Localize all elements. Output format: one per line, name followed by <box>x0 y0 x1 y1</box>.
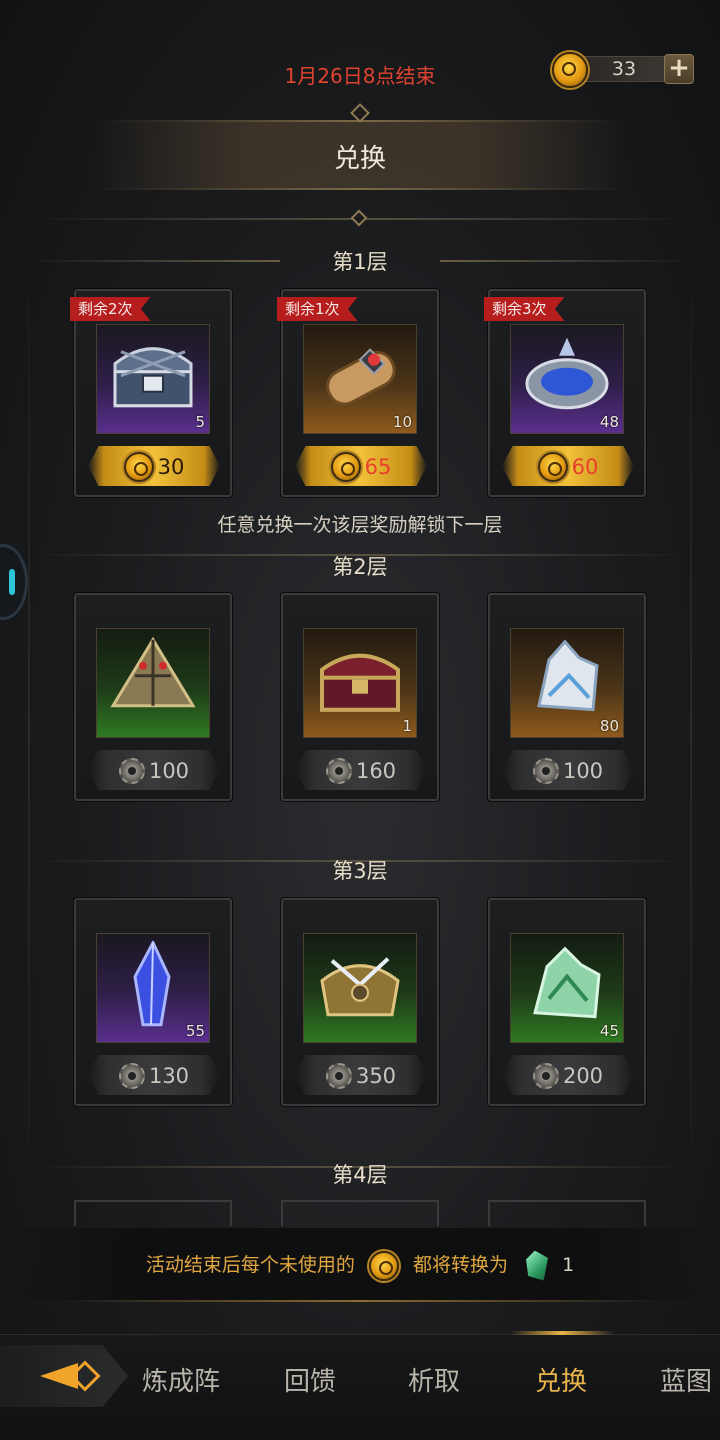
price-button[interactable]: 65 <box>295 446 427 486</box>
ornate-chest-icon <box>320 957 400 1017</box>
gold-coin-icon <box>330 452 361 482</box>
green-crystal-icon <box>533 946 601 1019</box>
red-chest-icon <box>320 653 400 712</box>
unlock-hint: 任意兑换一次该层奖励解锁下一层 <box>217 514 503 536</box>
price-value: 100 <box>148 759 190 783</box>
price-button[interactable]: 100 <box>88 750 220 790</box>
tier-2-title: 第2层 <box>332 555 388 579</box>
exchange-item-card[interactable]: 100 <box>73 592 233 802</box>
item-quantity: 55 <box>185 1022 205 1040</box>
conversion-notice: 活动结束后每个未使用的 都将转换为 1 <box>0 1246 720 1284</box>
gear-token-icon <box>325 758 352 784</box>
item-quantity: 1 <box>402 717 412 735</box>
tier-4-title: 第4层 <box>332 1163 388 1187</box>
tab-exchange[interactable]: 兑换 <box>535 1361 587 1398</box>
divider-diamond-icon <box>350 209 368 227</box>
price-button[interactable]: 130 <box>88 1055 220 1095</box>
active-tab-indicator <box>510 1331 614 1335</box>
price-button[interactable]: 60 <box>502 446 634 486</box>
gold-coin-icon <box>368 1250 399 1281</box>
gold-coin-icon <box>552 52 588 88</box>
header-banner: 兑换 <box>90 103 630 196</box>
remaining-ribbon: 剩余3次 <box>484 297 565 321</box>
gear-token-icon <box>118 1063 145 1089</box>
tab-feedback[interactable]: 回馈 <box>284 1361 336 1398</box>
page-title: 兑换 <box>333 144 386 174</box>
exchange-item-card[interactable]: 350 <box>280 897 440 1107</box>
exchange-item-card[interactable]: 剩余2次 5 30 <box>70 288 233 498</box>
item-quantity: 5 <box>195 413 205 431</box>
price-value: 130 <box>148 1064 190 1088</box>
scroll-icon <box>326 348 396 406</box>
blue-ore-chest-icon <box>525 337 609 410</box>
ice-crystal-icon <box>537 639 599 712</box>
gear-token-icon <box>532 758 559 784</box>
exchange-item-card[interactable]: 剩余1次 10 65 <box>277 288 440 498</box>
tier-1-title: 第1层 <box>332 250 388 274</box>
item-quantity: 10 <box>392 413 412 431</box>
tab-refining[interactable]: 炼成阵 <box>142 1361 220 1398</box>
pyramid-gem-icon <box>110 636 196 708</box>
price-button[interactable]: 160 <box>295 750 427 790</box>
price-value: 100 <box>562 759 604 783</box>
item-slot: 45 <box>510 933 624 1043</box>
frame-left-border <box>28 230 30 1230</box>
exchange-item-card[interactable]: 剩余3次 48 60 <box>484 288 647 498</box>
gold-coin-icon <box>123 452 154 482</box>
currency-amount: 33 <box>611 58 637 80</box>
tab-blueprint[interactable]: 蓝图 <box>660 1361 712 1398</box>
gear-token-icon <box>118 758 145 784</box>
exchange-item-card[interactable]: 1 160 <box>280 592 440 802</box>
gear-token-icon <box>325 1063 352 1089</box>
notice-text-before: 活动结束后每个未使用的 <box>145 1254 355 1276</box>
item-quantity: 48 <box>599 413 619 431</box>
frame-right-border <box>690 230 692 1230</box>
item-slot: 55 <box>96 933 210 1043</box>
back-button[interactable] <box>0 1345 128 1407</box>
item-slot <box>96 628 210 738</box>
item-slot: 10 <box>303 324 417 434</box>
notice-text-after: 都将转换为 <box>412 1254 508 1276</box>
exchange-item-card[interactable] <box>488 1200 646 1226</box>
currency-display: 33 + <box>552 52 698 88</box>
green-gem-icon <box>526 1250 549 1281</box>
silver-chest-icon <box>113 347 193 408</box>
price-button[interactable]: 200 <box>502 1055 634 1095</box>
notice-divider <box>60 1300 660 1302</box>
price-button[interactable]: 30 <box>88 446 220 486</box>
price-value: 65 <box>364 455 392 479</box>
exchange-item-card[interactable]: 80 100 <box>487 592 647 802</box>
exchange-item-card[interactable]: 45 200 <box>487 897 647 1107</box>
price-value: 350 <box>355 1064 397 1088</box>
gold-coin-icon <box>537 452 568 482</box>
price-value: 60 <box>571 455 599 479</box>
price-button[interactable]: 350 <box>295 1055 427 1095</box>
item-slot: 80 <box>510 628 624 738</box>
banner-bottom-line <box>90 188 630 190</box>
remaining-ribbon: 剩余2次 <box>70 297 151 321</box>
notice-count: 1 <box>562 1254 575 1276</box>
exchange-item-card[interactable]: 55 130 <box>73 897 233 1107</box>
item-quantity: 45 <box>599 1022 619 1040</box>
exchange-item-card[interactable] <box>281 1200 439 1226</box>
item-slot: 1 <box>303 628 417 738</box>
price-value: 200 <box>562 1064 604 1088</box>
price-value: 30 <box>157 455 185 479</box>
tab-extract[interactable]: 析取 <box>408 1361 460 1398</box>
exchange-item-card[interactable] <box>74 1200 232 1226</box>
item-slot: 5 <box>96 324 210 434</box>
tier-3-title: 第3层 <box>332 859 388 883</box>
item-slot: 48 <box>510 324 624 434</box>
price-button[interactable]: 100 <box>502 750 634 790</box>
remaining-ribbon: 剩余1次 <box>277 297 358 321</box>
bottom-tab-bar: 炼成阵 回馈 析取 兑换 蓝图 <box>0 1331 720 1440</box>
blue-crystal-icon <box>133 940 171 1027</box>
item-quantity: 80 <box>599 717 619 735</box>
item-slot <box>303 933 417 1043</box>
add-currency-button[interactable]: + <box>664 54 694 84</box>
gear-token-icon <box>532 1063 559 1089</box>
price-value: 160 <box>355 759 397 783</box>
